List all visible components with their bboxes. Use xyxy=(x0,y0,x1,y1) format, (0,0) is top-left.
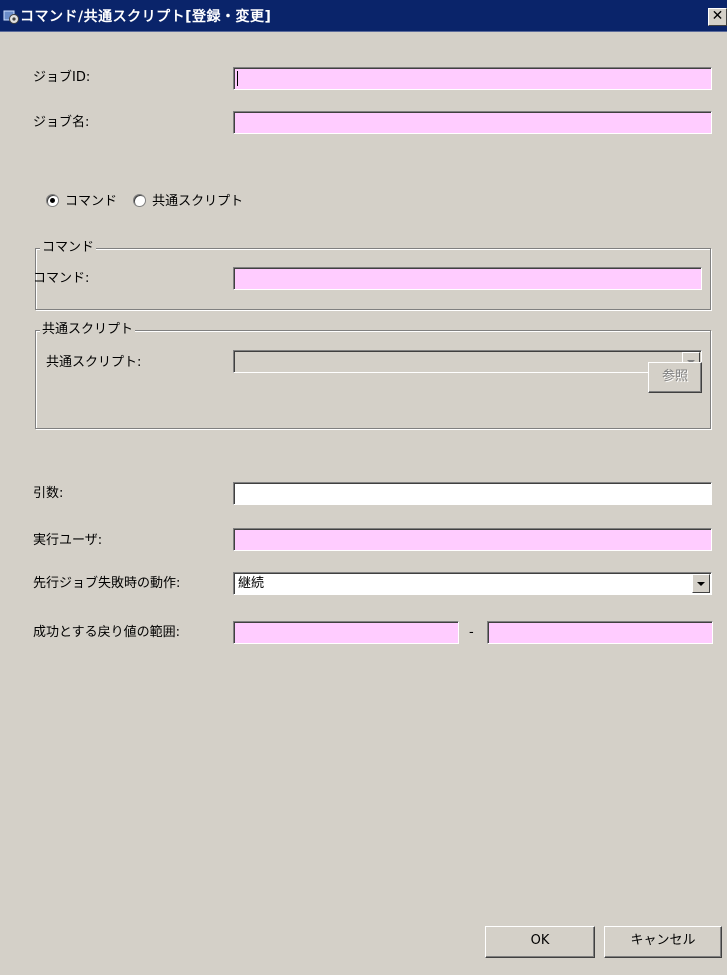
arguments-input[interactable] xyxy=(233,482,712,505)
common-script-group-legend: 共通スクリプト xyxy=(40,321,136,339)
browse-button[interactable]: 参照 xyxy=(648,362,702,393)
success-range-to-input[interactable] xyxy=(487,621,713,644)
radio-command[interactable]: コマンド xyxy=(46,190,117,209)
title-bar: コマンド/共通スクリプト[登録・変更] ✕ xyxy=(0,0,727,32)
radio-command-label: コマンド xyxy=(65,194,118,209)
radio-command-indicator[interactable] xyxy=(46,194,59,207)
common-script-groupbox: 共通スクリプト xyxy=(35,321,711,429)
job-name-input[interactable] xyxy=(233,111,712,134)
chevron-down-icon xyxy=(697,582,705,586)
app-icon xyxy=(3,10,19,24)
radio-common-script[interactable]: 共通スクリプト xyxy=(133,190,243,209)
command-input[interactable] xyxy=(233,267,702,290)
window-title: コマンド/共通スクリプト[登録・変更] xyxy=(20,9,272,25)
range-separator: - xyxy=(469,625,474,640)
close-button[interactable]: ✕ xyxy=(708,8,727,26)
type-radio-group: コマンド 共通スクリプト xyxy=(46,190,255,210)
radio-common-script-label: 共通スクリプト xyxy=(152,194,244,209)
job-name-label: ジョブ名: xyxy=(33,115,90,130)
command-label: コマンド: xyxy=(33,271,90,286)
exec-user-input[interactable] xyxy=(233,528,712,551)
radio-common-script-indicator[interactable] xyxy=(133,194,147,207)
prev-fail-action-label: 先行ジョブ失敗時の動作: xyxy=(33,576,181,591)
common-script-label: 共通スクリプト: xyxy=(46,355,142,370)
cancel-button[interactable]: キャンセル xyxy=(604,926,722,958)
job-id-input[interactable] xyxy=(233,67,712,90)
common-script-select[interactable] xyxy=(233,350,702,373)
prev-fail-action-select[interactable]: 継続 xyxy=(233,572,712,595)
command-group-legend: コマンド xyxy=(40,239,97,257)
prev-fail-dropdown-button[interactable] xyxy=(692,574,710,593)
arguments-label: 引数: xyxy=(33,486,64,501)
job-id-label: ジョブID: xyxy=(33,70,91,85)
success-range-label: 成功とする戻り値の範囲: xyxy=(33,625,180,640)
ok-button[interactable]: OK xyxy=(485,926,595,958)
exec-user-label: 実行ユーザ: xyxy=(33,533,103,548)
text-caret xyxy=(237,71,238,86)
success-range-from-input[interactable] xyxy=(233,621,459,644)
close-icon: ✕ xyxy=(711,8,724,24)
